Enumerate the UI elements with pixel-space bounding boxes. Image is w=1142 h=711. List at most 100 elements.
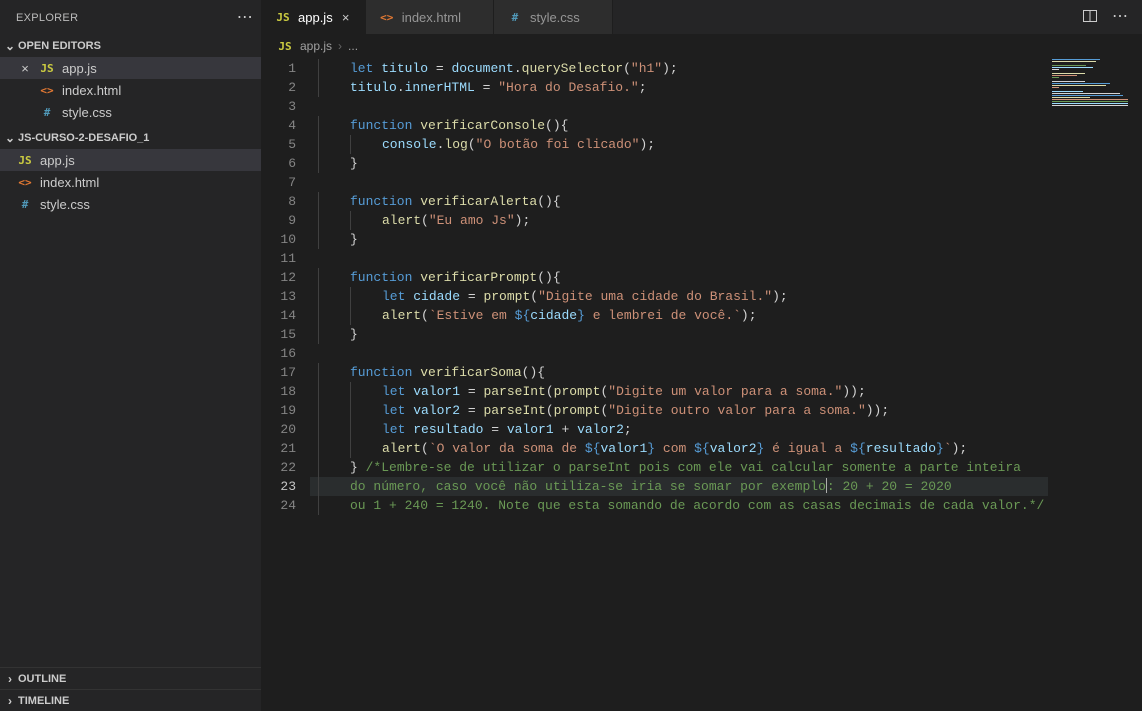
file-item[interactable]: #style.css (0, 193, 261, 215)
minimap-line (1052, 85, 1106, 86)
code-line[interactable]: alert("Eu amo Js"); (310, 211, 1142, 230)
code-line[interactable]: do número, caso você não utiliza-se iria… (310, 477, 1142, 496)
chevron-right-icon: › (2, 672, 18, 686)
minimap-line (1052, 69, 1059, 70)
code-content[interactable]: let titulo = document.querySelector("h1"… (310, 57, 1142, 711)
file-icon: # (506, 11, 524, 24)
breadcrumb[interactable]: JS app.js › ... (262, 35, 1142, 57)
code-line[interactable] (310, 97, 1142, 116)
minimap-line (1052, 77, 1059, 78)
line-number: 22 (262, 458, 296, 477)
file-icon: <> (378, 11, 396, 24)
code-line[interactable]: } (310, 230, 1142, 249)
tab-more-icon[interactable]: ⋯ (1112, 9, 1128, 25)
minimap-line (1052, 83, 1110, 84)
file-icon: JS (274, 11, 292, 24)
timeline-header[interactable]: › TIMELINE (0, 689, 261, 711)
editor-group: JSapp.js× <> index.html × #style.css× ⋯ JS a… (262, 0, 1142, 711)
code-line[interactable]: ou 1 + 240 = 1240. Note que esta somando… (310, 496, 1142, 515)
split-editor-icon[interactable] (1082, 8, 1098, 27)
minimap[interactable] (1048, 57, 1142, 711)
line-number: 18 (262, 382, 296, 401)
code-line[interactable]: function verificarConsole(){ (310, 116, 1142, 135)
line-number: 4 (262, 116, 296, 135)
outline-header[interactable]: › OUTLINE (0, 667, 261, 689)
close-icon[interactable]: × (18, 61, 32, 76)
editor-tab[interactable]: #style.css× (494, 0, 613, 34)
line-number: 10 (262, 230, 296, 249)
line-number: 24 (262, 496, 296, 515)
minimap-line (1052, 87, 1059, 88)
explorer-more-icon[interactable]: ⋯ (237, 10, 253, 26)
code-line[interactable] (310, 249, 1142, 268)
code-line[interactable]: } (310, 154, 1142, 173)
code-line[interactable]: } (310, 325, 1142, 344)
minimap-line (1052, 99, 1128, 100)
code-line[interactable]: let titulo = document.querySelector("h1"… (310, 59, 1142, 78)
line-number: 13 (262, 287, 296, 306)
file-name: index.html (40, 175, 99, 190)
code-line[interactable] (310, 344, 1142, 363)
minimap-line (1052, 97, 1090, 98)
minimap-line (1052, 67, 1093, 68)
line-number: 11 (262, 249, 296, 268)
file-name: index.html (62, 83, 121, 98)
open-editors-label: OPEN EDITORS (18, 40, 101, 52)
minimap-line (1052, 93, 1120, 94)
code-line[interactable]: alert(`Estive em ${cidade} e lembrei de … (310, 306, 1142, 325)
minimap-line (1052, 91, 1083, 92)
code-line[interactable]: function verificarPrompt(){ (310, 268, 1142, 287)
line-number: 23 (262, 477, 296, 496)
explorer-title-bar: EXPLORER ⋯ (0, 0, 261, 35)
code-line[interactable]: console.log("O botão foi clicado"); (310, 135, 1142, 154)
folder-header[interactable]: ⌄ JS-CURSO-2-DESAFIO_1 (0, 127, 261, 149)
open-editors-list: ×JSapp.js<>index.html#style.css (0, 57, 261, 127)
line-number: 21 (262, 439, 296, 458)
minimap-line (1052, 81, 1085, 82)
minimap-line (1052, 59, 1100, 60)
minimap-line (1052, 103, 1128, 104)
file-item[interactable]: <>index.html (0, 171, 261, 193)
code-line[interactable]: let valor2 = parseInt(prompt("Digite out… (310, 401, 1142, 420)
line-number: 16 (262, 344, 296, 363)
code-line[interactable]: let resultado = valor1 + valor2; (310, 420, 1142, 439)
folder-file-list: JSapp.js<>index.html#style.css (0, 149, 261, 215)
line-number: 6 (262, 154, 296, 173)
code-line[interactable]: } /*Lembre-se de utilizar o parseInt poi… (310, 458, 1142, 477)
open-editor-item[interactable]: #style.css (0, 101, 261, 123)
minimap-line (1052, 73, 1085, 74)
chevron-right-icon: › (338, 39, 342, 53)
tab-label: index.html (402, 10, 461, 25)
open-editor-item[interactable]: <>index.html (0, 79, 261, 101)
file-icon: JS (16, 154, 34, 167)
open-editor-item[interactable]: ×JSapp.js (0, 57, 261, 79)
open-editors-header[interactable]: ⌄ OPEN EDITORS (0, 35, 261, 57)
file-name: app.js (62, 61, 97, 76)
folder-label: JS-CURSO-2-DESAFIO_1 (18, 132, 149, 144)
code-line[interactable]: alert(`O valor da soma de ${valor1} com … (310, 439, 1142, 458)
line-number: 2 (262, 78, 296, 97)
editor-tab[interactable]: JSapp.js× (262, 0, 366, 34)
line-number: 9 (262, 211, 296, 230)
breadcrumb-tail: ... (348, 39, 358, 53)
code-line[interactable]: function verificarAlerta(){ (310, 192, 1142, 211)
line-number: 15 (262, 325, 296, 344)
code-line[interactable]: let cidade = prompt("Digite uma cidade d… (310, 287, 1142, 306)
file-item[interactable]: JSapp.js (0, 149, 261, 171)
code-line[interactable]: let valor1 = parseInt(prompt("Digite um … (310, 382, 1142, 401)
line-number: 12 (262, 268, 296, 287)
minimap-line (1052, 105, 1128, 106)
close-icon[interactable]: × (339, 10, 353, 25)
code-line[interactable]: function verificarSoma(){ (310, 363, 1142, 382)
editor-tab[interactable]: <>index.html× (366, 0, 494, 34)
chevron-down-icon: ⌄ (2, 39, 18, 53)
chevron-right-icon: › (2, 694, 18, 708)
code-editor[interactable]: 123456789101112131415161718192021222324 … (262, 57, 1142, 711)
line-number-gutter: 123456789101112131415161718192021222324 (262, 57, 310, 711)
line-number: 3 (262, 97, 296, 116)
code-line[interactable]: titulo.innerHTML = "Hora do Desafio."; (310, 78, 1142, 97)
tab-actions: ⋯ (1082, 0, 1142, 34)
code-line[interactable] (310, 173, 1142, 192)
line-number: 14 (262, 306, 296, 325)
outline-label: OUTLINE (18, 673, 66, 685)
